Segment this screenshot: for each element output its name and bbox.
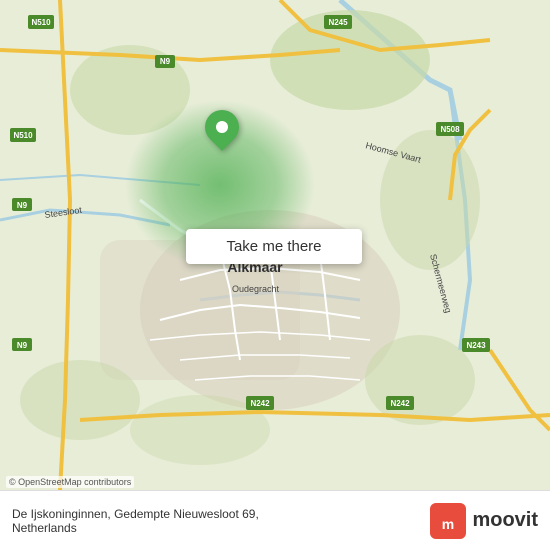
svg-text:N9: N9 [160,57,171,66]
footer-address: De Ijskoninginnen, Gedempte Nieuwesloot … [12,507,430,535]
svg-text:N510: N510 [13,131,33,140]
take-me-there-button[interactable]: Take me there [186,229,362,264]
address-line2: Netherlands [12,521,430,535]
svg-text:N508: N508 [440,125,460,134]
svg-text:Oudegracht: Oudegracht [232,284,280,294]
footer-logo: m moovit [430,503,538,539]
svg-text:N9: N9 [17,341,28,350]
svg-text:N510: N510 [31,18,51,27]
pin-inner [216,121,228,133]
address-line1: De Ijskoninginnen, Gedempte Nieuwesloot … [12,507,430,521]
svg-text:N242: N242 [250,399,270,408]
svg-text:N243: N243 [466,341,486,350]
moovit-logo: m moovit [430,503,538,539]
svg-text:N242: N242 [390,399,410,408]
map-pin [205,110,239,154]
footer: De Ijskoninginnen, Gedempte Nieuwesloot … [0,490,550,550]
map-container: N510 N9 N510 N9 N9 N245 N508 N242 N242 N… [0,0,550,490]
pin-head [198,103,246,151]
osm-credit: © OpenStreetMap contributors [6,476,134,488]
moovit-icon: m [430,503,466,539]
svg-text:m: m [442,516,454,532]
moovit-text: moovit [472,509,538,532]
svg-text:N9: N9 [17,201,28,210]
svg-text:N245: N245 [328,18,348,27]
